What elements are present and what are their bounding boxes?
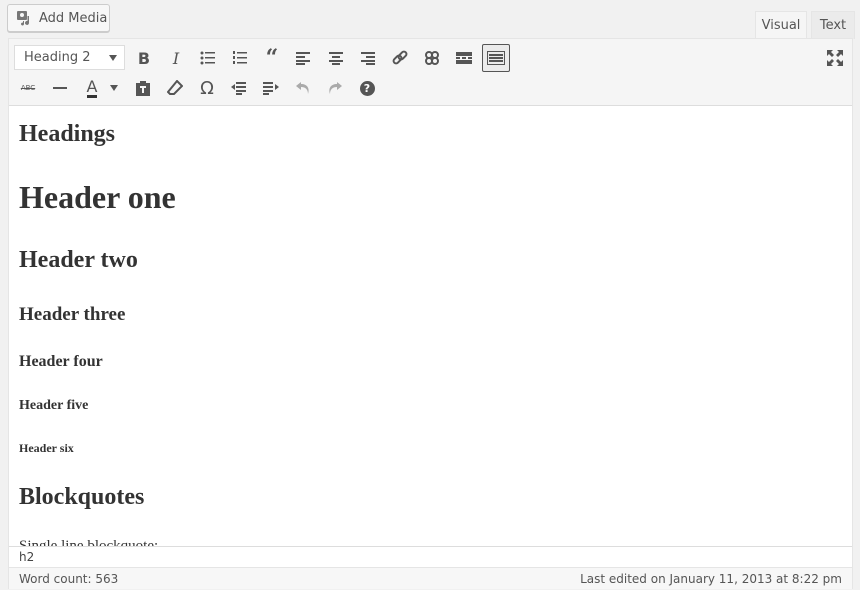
editor-toolbar: Heading 2 B I “ ABC A Ω ?: [9, 39, 852, 106]
text-color-letter: A: [86, 76, 98, 98]
bold-icon[interactable]: B: [130, 44, 158, 72]
blockquote-icon[interactable]: “: [258, 44, 286, 72]
numbered-list-icon[interactable]: [226, 44, 254, 72]
special-character-icon[interactable]: Ω: [193, 74, 221, 102]
heading-h4: Header four: [19, 353, 103, 370]
indent-icon[interactable]: [257, 74, 285, 102]
tab-text[interactable]: Text: [811, 11, 855, 39]
redo-icon[interactable]: [321, 74, 349, 102]
media-icon: [16, 10, 34, 26]
unlink-icon[interactable]: [418, 44, 446, 72]
paste-as-text-icon[interactable]: [129, 74, 157, 102]
italic-icon[interactable]: I: [162, 44, 190, 72]
last-edited: Last edited on January 11, 2013 at 8:22 …: [580, 571, 842, 586]
strikethrough-icon[interactable]: ABC: [14, 74, 42, 102]
text-color-icon[interactable]: A: [78, 74, 106, 102]
heading-h1: Header one: [19, 179, 176, 215]
align-center-icon[interactable]: [322, 44, 350, 72]
word-count: Word count: 563: [19, 571, 119, 586]
link-icon[interactable]: [386, 44, 414, 72]
toolbar-toggle-icon[interactable]: [482, 44, 510, 72]
clear-formatting-icon[interactable]: [161, 74, 189, 102]
heading-h2: Headings: [19, 121, 116, 147]
editor: Heading 2 B I “ ABC A Ω ? Headings Heade…: [8, 38, 853, 589]
help-glyph: ?: [359, 80, 375, 96]
heading-h6: Header six: [19, 441, 74, 455]
align-right-icon[interactable]: [354, 44, 382, 72]
path-h2[interactable]: h2: [19, 550, 34, 564]
heading-h5: Header five: [19, 398, 89, 413]
horizontal-line-icon[interactable]: [46, 74, 74, 102]
add-media-label: Add Media: [39, 10, 108, 26]
heading-h3: Header three: [19, 304, 126, 325]
align-left-icon[interactable]: [289, 44, 317, 72]
format-select[interactable]: Heading 2: [14, 45, 125, 70]
text-color-dropdown[interactable]: [107, 74, 121, 102]
read-more-icon[interactable]: [450, 44, 478, 72]
status-bar: Word count: 563 Last edited on January 1…: [9, 567, 852, 589]
outdent-icon[interactable]: [225, 74, 253, 102]
chevron-down-icon: [109, 55, 117, 61]
format-select-value: Heading 2: [24, 50, 91, 65]
chevron-down-icon: [110, 85, 118, 91]
tab-visual[interactable]: Visual: [755, 11, 807, 39]
fullscreen-icon[interactable]: [821, 44, 849, 72]
bulleted-list-icon[interactable]: [194, 44, 222, 72]
undo-icon[interactable]: [289, 74, 317, 102]
editor-content[interactable]: Headings Header one Header two Header th…: [9, 107, 852, 546]
heading-h2: Blockquotes: [19, 484, 145, 510]
element-path: h2: [9, 546, 852, 567]
paragraph: Single line blockquote:: [19, 538, 159, 546]
help-icon[interactable]: ?: [353, 74, 381, 102]
add-media-button[interactable]: Add Media: [7, 4, 110, 32]
heading-h2: Header two: [19, 247, 138, 273]
